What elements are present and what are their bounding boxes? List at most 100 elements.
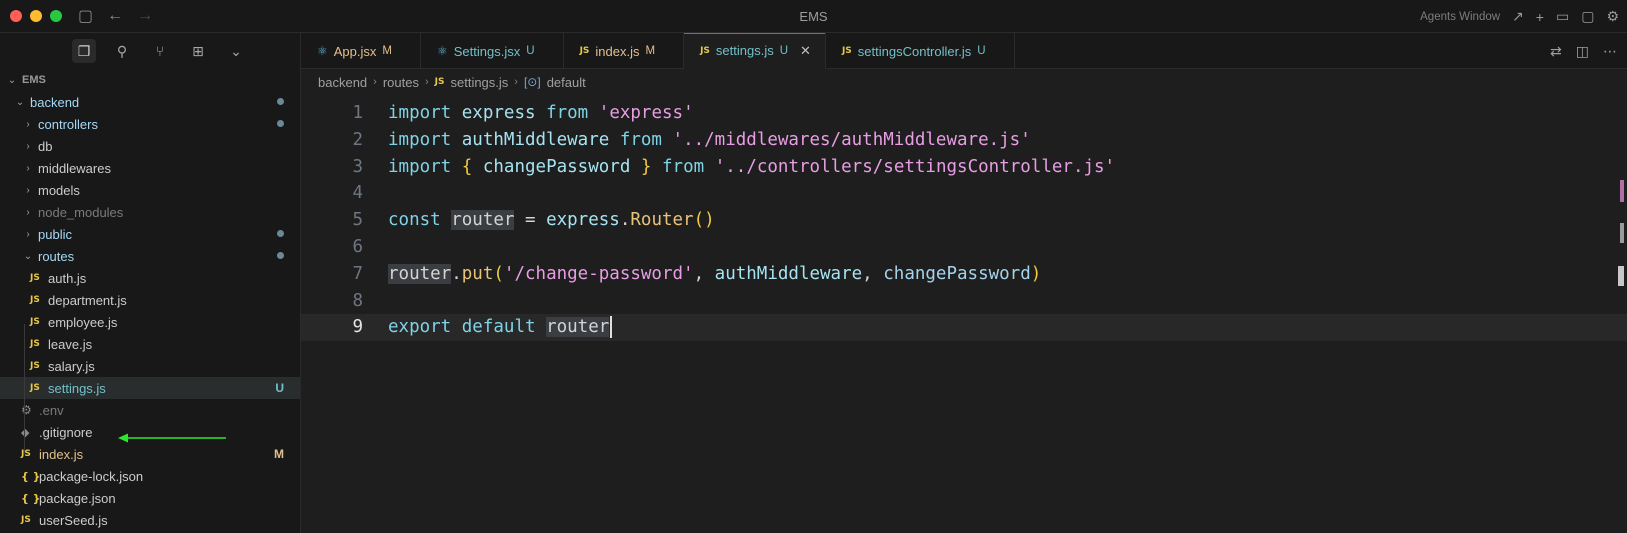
editor-tab[interactable]: JS settingsController.js U xyxy=(826,33,1015,69)
code-token: router xyxy=(546,317,610,338)
tree-item[interactable]: › middlewares xyxy=(0,157,300,179)
js-file-icon: JS xyxy=(434,77,445,87)
tree-item[interactable]: JS userSeed.js xyxy=(0,509,300,531)
breadcrumb-symbol[interactable]: default xyxy=(547,75,586,90)
chevron-down-icon[interactable]: ⌄ xyxy=(224,39,248,63)
editor-scrollbar[interactable] xyxy=(1613,100,1627,533)
code-token: changePassword xyxy=(482,156,631,177)
workspace-root[interactable]: ⌄ EMS xyxy=(0,69,300,91)
settings-gear-icon[interactable]: ⚙ xyxy=(1606,8,1619,25)
close-window-button[interactable] xyxy=(10,10,22,22)
scroll-marker xyxy=(1620,180,1624,202)
tree-item[interactable]: › controllers xyxy=(0,113,300,135)
tree-item[interactable]: JS employee.js xyxy=(0,311,300,333)
extensions-icon[interactable]: ⊞ xyxy=(186,39,210,63)
compare-changes-icon[interactable]: ⇄ xyxy=(1550,43,1562,60)
breadcrumb-routes[interactable]: routes xyxy=(383,75,419,90)
breadcrumb: backend › routes › JS settings.js › [⊙] … xyxy=(301,70,586,94)
code-token: , xyxy=(862,263,884,284)
js-file-icon: JS xyxy=(30,383,40,393)
explorer-files-icon[interactable]: ❐ xyxy=(72,39,96,63)
code-token: from xyxy=(662,156,705,177)
modified-dot-icon xyxy=(277,98,284,105)
tab-git-status: M xyxy=(382,45,392,57)
line-number: 2 xyxy=(352,129,363,150)
close-tab-icon[interactable]: ✕ xyxy=(800,43,811,59)
tree-item[interactable]: › models xyxy=(0,179,300,201)
tree-item[interactable]: › db xyxy=(0,135,300,157)
line-number: 3 xyxy=(352,156,363,177)
code-line[interactable]: 3 import { changePassword } from '../cont… xyxy=(301,154,1627,181)
js-file-icon: JS xyxy=(30,273,40,283)
tree-item[interactable]: JS department.js xyxy=(0,289,300,311)
maximize-window-button[interactable] xyxy=(50,10,62,22)
green-arrow-annotation xyxy=(118,433,226,443)
code-editor[interactable]: 1 import express from 'express' 2 import au… xyxy=(301,100,1627,533)
tree-item[interactable]: JS index.js M xyxy=(0,443,300,465)
tree-item[interactable]: ⚙ .env xyxy=(0,399,300,421)
source-control-icon[interactable]: ⑂ xyxy=(148,39,172,63)
tree-item[interactable]: ⌄ routes xyxy=(0,245,300,267)
window-title: EMS xyxy=(799,9,828,24)
editor-tab[interactable]: JS settings.js U ✕ xyxy=(684,33,826,69)
breadcrumb-backend[interactable]: backend xyxy=(318,75,367,90)
agents-window-link[interactable]: Agents Window xyxy=(1420,11,1500,23)
scroll-cursor-marker xyxy=(1618,266,1624,286)
code-text: export default router xyxy=(388,314,613,341)
tab-label: index.js xyxy=(595,43,640,59)
breadcrumb-file[interactable]: settings.js xyxy=(450,75,508,90)
tab-git-status: U xyxy=(977,45,986,57)
code-line[interactable]: 1 import express from 'express' xyxy=(301,100,1627,127)
code-line[interactable]: 6 xyxy=(301,234,1627,261)
code-line[interactable]: 5 const router = express.Router() xyxy=(301,207,1627,234)
tab-git-status: M xyxy=(645,45,656,57)
open-external-icon[interactable]: ↗ xyxy=(1512,8,1524,25)
code-line[interactable]: 8 xyxy=(301,288,1627,315)
editor-tab[interactable]: JS index.js M xyxy=(564,33,685,69)
tree-item[interactable]: JS leave.js xyxy=(0,333,300,355)
js-file-icon: JS xyxy=(21,515,31,525)
code-line[interactable]: 7 router.put('/change-password', authMidd… xyxy=(301,261,1627,288)
line-number: 5 xyxy=(352,210,363,231)
tree-item[interactable]: JS settings.js U xyxy=(0,377,300,399)
back-arrow-icon[interactable]: ← xyxy=(107,7,123,25)
chat-icon[interactable]: ▢ xyxy=(1581,8,1594,25)
panel-icon[interactable]: ▭ xyxy=(1556,8,1569,25)
tree-item[interactable]: › public xyxy=(0,223,300,245)
tab-git-status: U xyxy=(779,44,789,57)
code-token: express xyxy=(546,210,620,231)
tree-item[interactable]: › node_modules xyxy=(0,201,300,223)
chevron-right-icon: › xyxy=(26,118,30,130)
editor-tab[interactable]: ⚛ Settings.jsx U xyxy=(421,33,564,69)
code-token: router xyxy=(388,263,452,284)
code-token: default xyxy=(461,317,536,338)
scroll-marker xyxy=(1620,223,1624,243)
split-editor-icon[interactable]: ◫ xyxy=(1576,43,1589,60)
code-token: from xyxy=(546,103,589,123)
code-line[interactable]: 9 export default router xyxy=(301,314,1627,342)
tree-item[interactable]: JS salary.js xyxy=(0,355,300,377)
editor-tab[interactable]: ⚛ App.jsx M xyxy=(301,33,421,69)
toggle-sidebar-icon[interactable]: ▢ xyxy=(78,6,93,26)
tab-label: settings.js xyxy=(715,43,774,58)
tree-item[interactable]: { } package-lock.json xyxy=(0,465,300,487)
search-icon[interactable]: ⚲ xyxy=(110,39,134,63)
forward-arrow-icon[interactable]: → xyxy=(137,7,153,25)
chevron-right-icon: › xyxy=(26,140,30,152)
code-line[interactable]: 2 import authMiddleware from '../middlewa… xyxy=(301,127,1627,154)
more-actions-icon[interactable]: ⋯ xyxy=(1603,43,1617,60)
plus-icon[interactable]: + xyxy=(1536,9,1544,25)
file-tree: ⌄ EMS ⌄ backend › controllers › db › middleware… xyxy=(0,69,300,531)
tab-label: App.jsx xyxy=(333,43,377,59)
chevron-right-icon: › xyxy=(26,184,30,196)
tree-item[interactable]: JS auth.js xyxy=(0,267,300,289)
minimize-window-button[interactable] xyxy=(30,10,42,22)
tree-item[interactable]: ⌄ backend xyxy=(0,91,300,113)
js-file-icon: JS xyxy=(30,317,40,327)
tree-item[interactable]: { } package.json xyxy=(0,487,300,509)
code-line[interactable]: 4 xyxy=(301,180,1627,207)
